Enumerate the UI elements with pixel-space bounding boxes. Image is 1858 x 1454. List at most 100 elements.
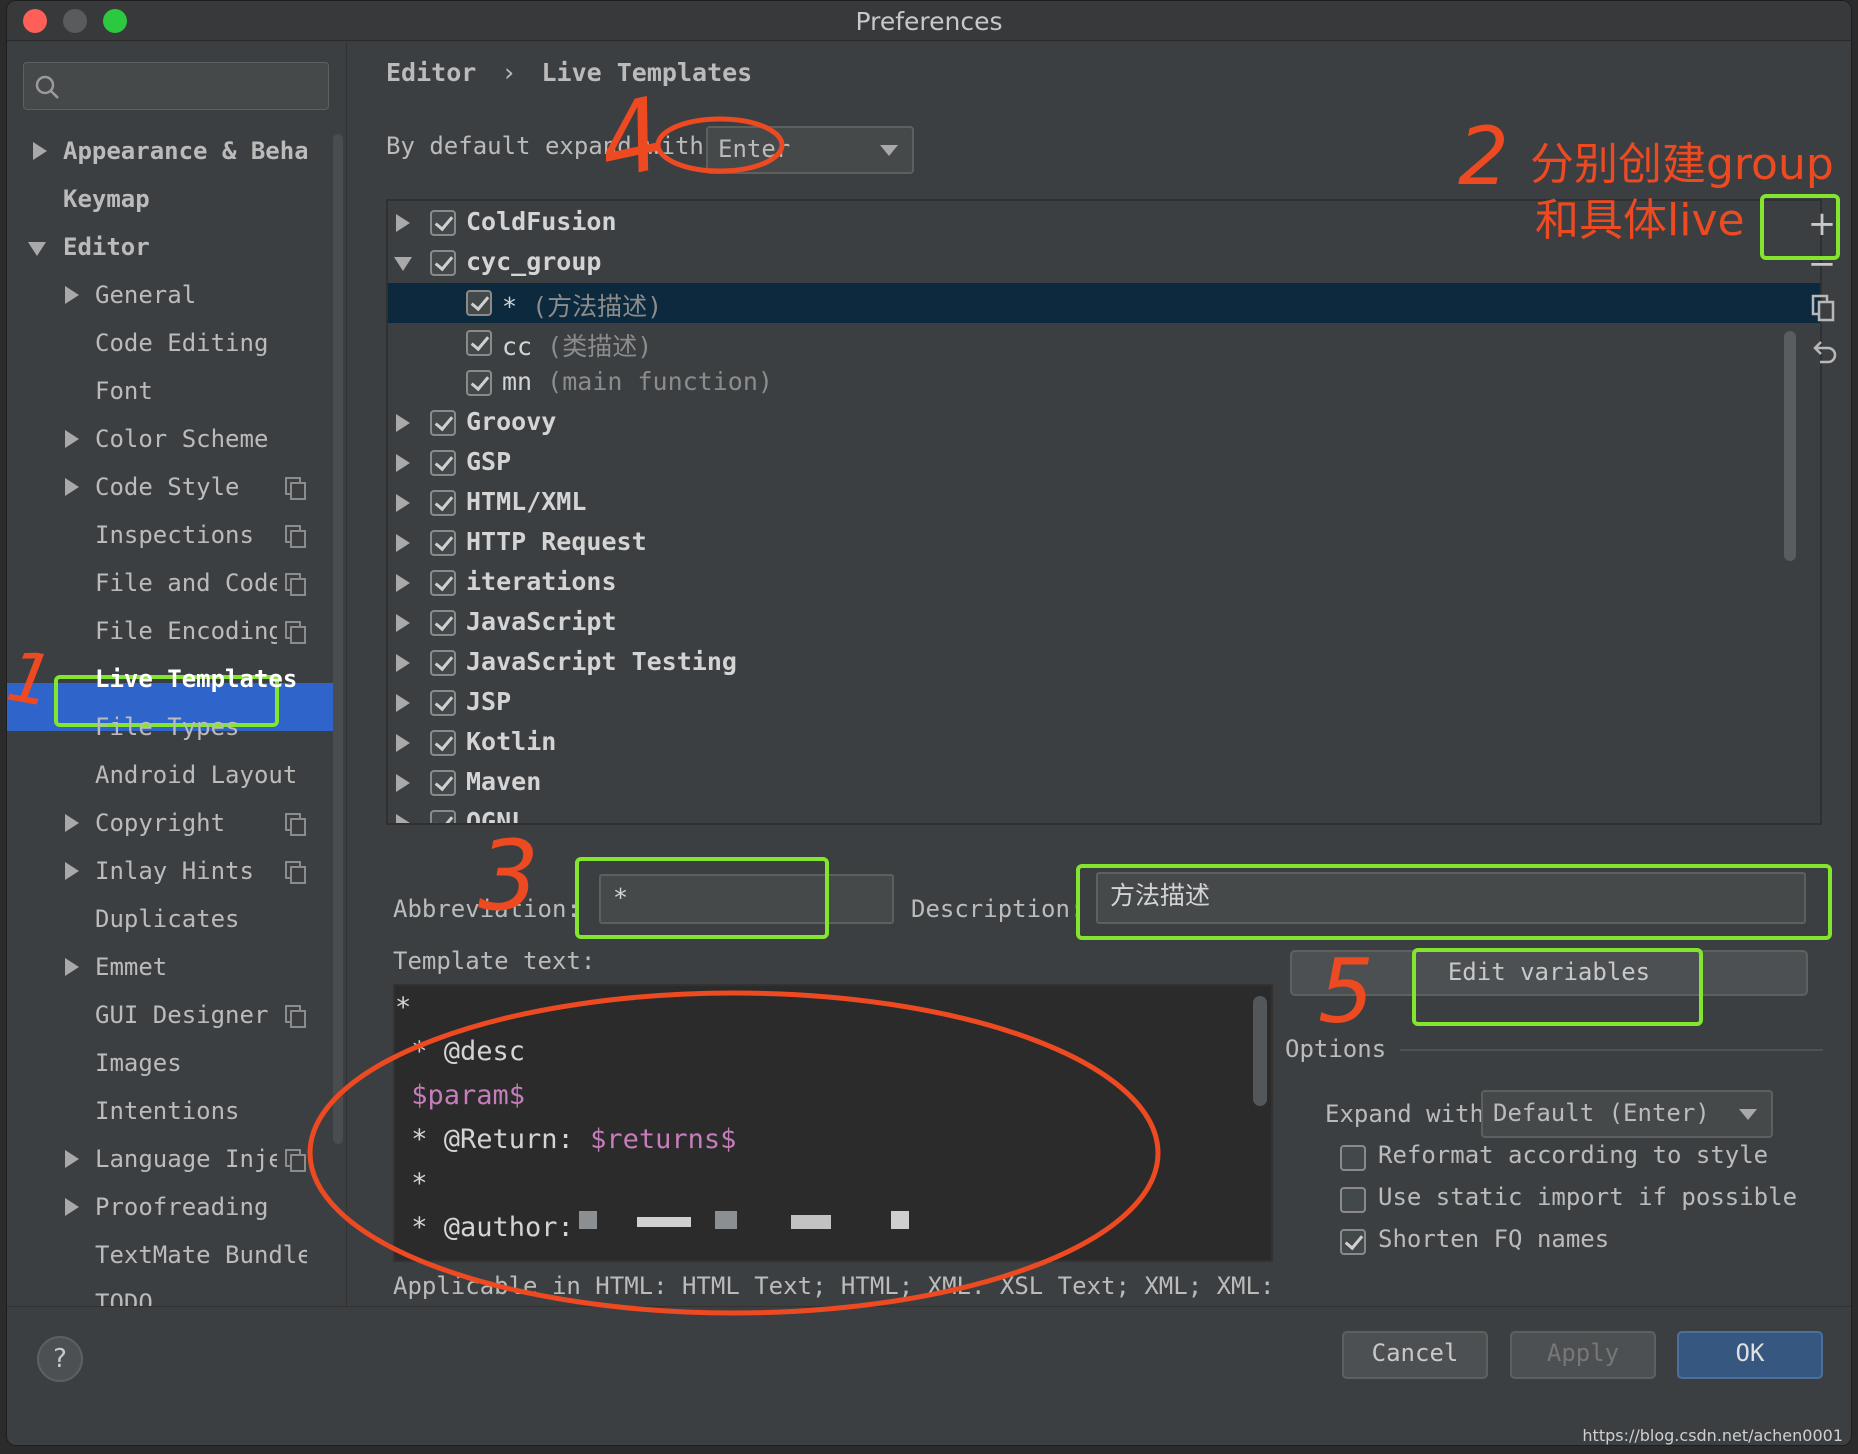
enabled-checkbox[interactable]	[466, 370, 492, 396]
ok-button[interactable]: OK	[1677, 1331, 1823, 1379]
template-name: JavaScript Testing	[466, 647, 737, 676]
sidebar-item-emmet[interactable]: Emmet	[7, 944, 327, 990]
chevron-down-icon[interactable]	[28, 242, 46, 256]
template-row[interactable]: cc (类描述)	[388, 323, 1820, 363]
chevron-right-icon[interactable]	[65, 958, 79, 976]
sidebar-item-duplicates[interactable]: Duplicates	[7, 896, 327, 942]
template-group-row[interactable]: Groovy	[388, 403, 1820, 443]
chevron-right-icon[interactable]	[65, 1198, 79, 1216]
template-group-row[interactable]: Maven	[388, 763, 1820, 803]
sidebar-item-proofreading[interactable]: Proofreading	[7, 1184, 327, 1230]
sidebar-scrollbar[interactable]	[333, 134, 343, 1144]
option-checkbox[interactable]	[1340, 1187, 1366, 1213]
annotation-number-2: 2	[1458, 110, 1509, 203]
enabled-checkbox[interactable]	[430, 770, 456, 796]
enabled-checkbox[interactable]	[430, 570, 456, 596]
copy-icon[interactable]	[1811, 294, 1835, 322]
template-group-row[interactable]: JavaScript Testing	[388, 643, 1820, 683]
chevron-right-icon[interactable]	[396, 614, 410, 632]
template-group-row[interactable]: iterations	[388, 563, 1820, 603]
chevron-right-icon[interactable]	[65, 814, 79, 832]
enabled-checkbox[interactable]	[430, 210, 456, 236]
apply-button[interactable]: Apply	[1510, 1331, 1656, 1379]
sidebar-item-gui-designer[interactable]: GUI Designer	[7, 992, 327, 1038]
sidebar-item-intentions[interactable]: Intentions	[7, 1088, 327, 1134]
option-label[interactable]: Use static import if possible	[1378, 1183, 1797, 1211]
chevron-right-icon[interactable]	[396, 654, 410, 672]
option-checkbox[interactable]	[1340, 1145, 1366, 1171]
chevron-right-icon[interactable]	[396, 454, 410, 472]
chevron-right-icon[interactable]	[33, 142, 47, 160]
enabled-checkbox[interactable]	[430, 490, 456, 516]
chevron-right-icon[interactable]	[396, 734, 410, 752]
expand-with-select[interactable]: Default (Enter)	[1481, 1090, 1773, 1138]
template-group-row[interactable]: HTML/XML	[388, 483, 1820, 523]
enabled-checkbox[interactable]	[466, 290, 492, 316]
template-group-row[interactable]: cyc_group	[388, 243, 1820, 283]
template-group-row[interactable]: HTTP Request	[388, 523, 1820, 563]
sidebar-item-language-inje[interactable]: Language Inje	[7, 1136, 327, 1182]
revert-icon[interactable]	[1810, 338, 1838, 366]
enabled-checkbox[interactable]	[430, 250, 456, 276]
enabled-checkbox[interactable]	[430, 690, 456, 716]
chevron-right-icon[interactable]	[396, 694, 410, 712]
enabled-checkbox[interactable]	[430, 450, 456, 476]
enabled-checkbox[interactable]	[430, 650, 456, 676]
template-group-row[interactable]: OGNL	[388, 803, 1820, 823]
templates-tree[interactable]: OGNL Maven Kotlin JSP JavaScript Testing Java…	[386, 199, 1822, 825]
applicable-contexts[interactable]: Applicable in HTML: HTML Text; HTML; XML…	[393, 1272, 1273, 1300]
sidebar-item-inlay-hints[interactable]: Inlay Hints	[7, 848, 327, 894]
template-group-row[interactable]: JavaScript	[388, 603, 1820, 643]
default-expand-select[interactable]: Enter	[706, 126, 914, 174]
sidebar-item-android-layout[interactable]: Android Layout	[7, 752, 327, 798]
sidebar-item-color-scheme[interactable]: Color Scheme	[7, 416, 327, 462]
option-label[interactable]: Reformat according to style	[1378, 1141, 1768, 1169]
chevron-right-icon[interactable]	[396, 494, 410, 512]
sidebar-item-file-and-code[interactable]: File and Code	[7, 560, 327, 606]
chevron-right-icon[interactable]	[396, 814, 410, 823]
template-group-row[interactable]: Kotlin	[388, 723, 1820, 763]
chevron-right-icon[interactable]	[65, 478, 79, 496]
sidebar-item-font[interactable]: Font	[7, 368, 327, 414]
enabled-checkbox[interactable]	[466, 330, 492, 356]
cancel-button[interactable]: Cancel	[1342, 1331, 1488, 1379]
template-row[interactable]: mn (main function)	[388, 363, 1820, 403]
sidebar-item-file-types[interactable]: File Types	[7, 704, 327, 750]
chevron-right-icon[interactable]	[65, 862, 79, 880]
templates-scrollbar[interactable]	[1784, 331, 1796, 561]
chevron-right-icon[interactable]	[396, 214, 410, 232]
sidebar-item-textmate-bundle[interactable]: TextMate Bundle	[7, 1232, 327, 1278]
sidebar-item-images[interactable]: Images	[7, 1040, 327, 1086]
chevron-right-icon[interactable]	[396, 414, 410, 432]
sidebar-item-code-style[interactable]: Code Style	[7, 464, 327, 510]
sidebar-item-keymap[interactable]: Keymap	[7, 176, 327, 222]
sidebar-item-inspections[interactable]: Inspections	[7, 512, 327, 558]
sidebar-item-editor[interactable]: Editor	[7, 224, 327, 270]
enabled-checkbox[interactable]	[430, 730, 456, 756]
sidebar-item-appearance-beha[interactable]: Appearance & Beha	[7, 128, 327, 174]
template-group-row[interactable]: GSP	[388, 443, 1820, 483]
chevron-right-icon[interactable]	[396, 574, 410, 592]
option-label[interactable]: Shorten FQ names	[1378, 1225, 1609, 1253]
enabled-checkbox[interactable]	[430, 810, 456, 823]
sidebar-item-copyright[interactable]: Copyright	[7, 800, 327, 846]
chevron-down-icon[interactable]	[394, 257, 412, 271]
chevron-right-icon[interactable]	[65, 430, 79, 448]
sidebar-item-code-editing[interactable]: Code Editing	[7, 320, 327, 366]
enabled-checkbox[interactable]	[430, 530, 456, 556]
breadcrumb-parent[interactable]: Editor	[386, 58, 476, 87]
enabled-checkbox[interactable]	[430, 410, 456, 436]
editor-scrollbar[interactable]	[1253, 996, 1267, 1106]
chevron-right-icon[interactable]	[396, 534, 410, 552]
chevron-right-icon[interactable]	[65, 1150, 79, 1168]
help-button[interactable]: ?	[37, 1336, 83, 1382]
chevron-right-icon[interactable]	[65, 286, 79, 304]
settings-search-input[interactable]	[23, 62, 329, 110]
option-checkbox[interactable]	[1340, 1229, 1366, 1255]
template-row[interactable]: * (方法描述)	[388, 283, 1820, 323]
sidebar-item-general[interactable]: General	[7, 272, 327, 318]
template-group-row[interactable]: JSP	[388, 683, 1820, 723]
enabled-checkbox[interactable]	[430, 610, 456, 636]
template-text-editor[interactable]: * * @desc $param$ * @Return: $returns$ *…	[393, 984, 1273, 1262]
chevron-right-icon[interactable]	[396, 774, 410, 792]
